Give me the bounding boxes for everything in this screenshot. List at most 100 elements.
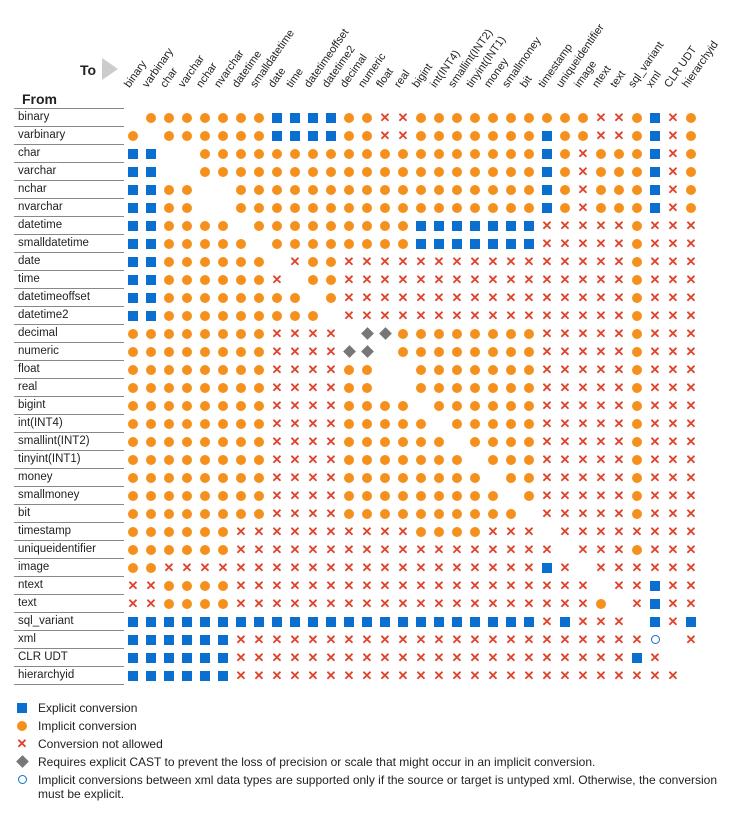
cell: ✕ — [538, 378, 556, 396]
cell: ✕ — [592, 306, 610, 324]
cell — [520, 198, 538, 216]
cell — [178, 198, 196, 216]
cell — [628, 450, 646, 468]
cell — [646, 108, 664, 126]
cell: ✕ — [538, 540, 556, 558]
cell: ✕ — [610, 234, 628, 252]
cell — [412, 432, 430, 450]
cell: ✕ — [412, 576, 430, 594]
cell: ✕ — [232, 666, 250, 684]
cell: ✕ — [430, 306, 448, 324]
cell — [178, 666, 196, 684]
cell — [160, 432, 178, 450]
cell: ✕ — [610, 522, 628, 540]
cell — [520, 180, 538, 198]
cell — [124, 126, 142, 144]
cell — [664, 630, 682, 648]
cell: ✕ — [376, 306, 394, 324]
cell: ✕ — [574, 450, 592, 468]
cell — [358, 198, 376, 216]
cell: ✕ — [682, 468, 700, 486]
cell: ✕ — [376, 594, 394, 612]
cell: ✕ — [214, 558, 232, 576]
cell: ✕ — [340, 648, 358, 666]
cell — [232, 144, 250, 162]
cell — [250, 288, 268, 306]
cell: ✕ — [376, 576, 394, 594]
cell: ✕ — [592, 540, 610, 558]
cell — [196, 576, 214, 594]
cell: ✕ — [340, 270, 358, 288]
cell — [250, 306, 268, 324]
to-arrow-icon — [102, 58, 118, 80]
cell — [124, 612, 142, 630]
cell — [520, 432, 538, 450]
cell — [160, 360, 178, 378]
cell — [502, 198, 520, 216]
cell — [502, 468, 520, 486]
cell: ✕ — [322, 432, 340, 450]
cell — [412, 414, 430, 432]
cell — [304, 162, 322, 180]
cell: ✕ — [556, 252, 574, 270]
cell — [196, 414, 214, 432]
cell: ✕ — [682, 288, 700, 306]
cell — [160, 378, 178, 396]
cell — [214, 288, 232, 306]
cell: ✕ — [574, 144, 592, 162]
cell: ✕ — [610, 342, 628, 360]
cell — [628, 360, 646, 378]
legend-notallowed: Conversion not allowed — [38, 737, 728, 751]
cell — [268, 306, 286, 324]
cell — [160, 666, 178, 684]
cell — [196, 108, 214, 126]
cell: ✕ — [538, 612, 556, 630]
cell — [322, 234, 340, 252]
cell: ✕ — [340, 630, 358, 648]
cell — [214, 234, 232, 252]
cell — [520, 396, 538, 414]
cell — [124, 522, 142, 540]
cell — [214, 396, 232, 414]
cell — [268, 144, 286, 162]
cell: ✕ — [520, 666, 538, 684]
cell — [628, 288, 646, 306]
cell: ✕ — [592, 612, 610, 630]
cell: ✕ — [646, 522, 664, 540]
cell — [214, 198, 232, 216]
cell: ✕ — [682, 306, 700, 324]
cell — [394, 378, 412, 396]
cell — [358, 468, 376, 486]
cell — [142, 162, 160, 180]
cell — [502, 108, 520, 126]
cell — [376, 432, 394, 450]
cell: ✕ — [646, 486, 664, 504]
cell — [430, 612, 448, 630]
cell: ✕ — [646, 288, 664, 306]
cell — [232, 162, 250, 180]
cell — [178, 162, 196, 180]
cell — [232, 612, 250, 630]
cell — [232, 252, 250, 270]
row-header: smallint(INT2) — [14, 432, 124, 450]
cell — [196, 180, 214, 198]
row-header: numeric — [14, 342, 124, 360]
cell — [196, 252, 214, 270]
cell — [412, 198, 430, 216]
cell: ✕ — [412, 666, 430, 684]
cell: ✕ — [448, 594, 466, 612]
cell — [142, 630, 160, 648]
cell: ✕ — [412, 288, 430, 306]
cell: ✕ — [502, 576, 520, 594]
cell — [124, 198, 142, 216]
cell — [448, 180, 466, 198]
cell — [448, 378, 466, 396]
cell: ✕ — [304, 504, 322, 522]
cell — [142, 648, 160, 666]
cell — [448, 450, 466, 468]
cell: ✕ — [556, 234, 574, 252]
cell — [574, 558, 592, 576]
col-header: real — [392, 68, 412, 90]
cell: ✕ — [556, 306, 574, 324]
cell: ✕ — [556, 468, 574, 486]
